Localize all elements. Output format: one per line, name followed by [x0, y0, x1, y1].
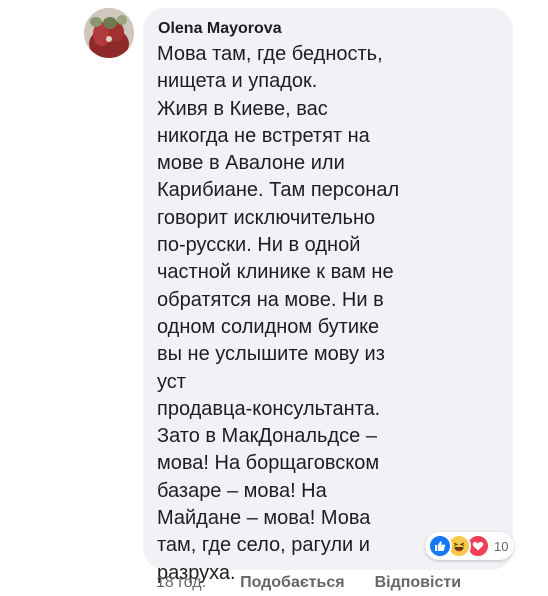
comment-author-name[interactable]: Olena Mayorova — [158, 19, 499, 39]
author-avatar[interactable] — [84, 8, 134, 58]
reactions-summary[interactable]: 10 — [425, 532, 515, 560]
comment-text: Мова там, где бедность, нищета и упадок.… — [157, 43, 400, 584]
comment-actions: 18 год. Подобається Відповісти — [156, 572, 491, 594]
comment-bubble: Olena Mayorova Мова там, где бедность, н… — [143, 8, 513, 584]
reactions-count: 10 — [494, 538, 509, 554]
reply-button[interactable]: Відповісти — [375, 574, 461, 592]
like-button[interactable]: Подобається — [240, 574, 345, 592]
comment-timestamp[interactable]: 18 год. — [156, 574, 206, 592]
avatar-photo — [84, 8, 134, 58]
like-icon — [428, 534, 452, 558]
